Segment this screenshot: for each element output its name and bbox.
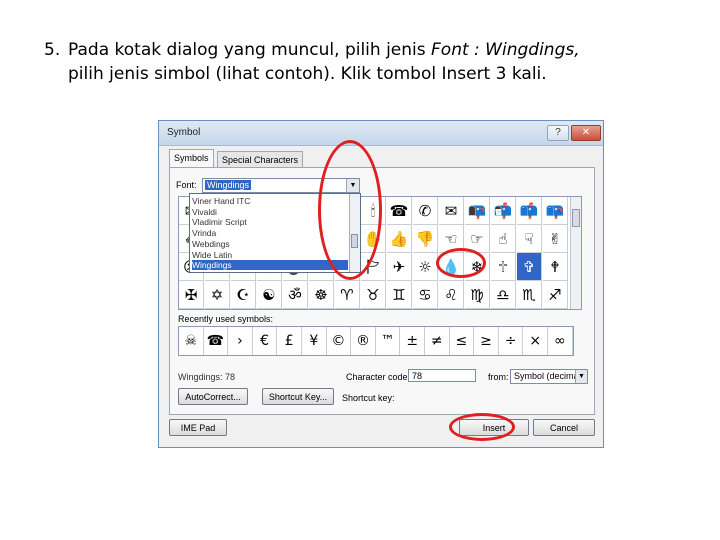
recent-symbol-cell[interactable]: × (523, 327, 548, 355)
dialog-titlebar[interactable]: Symbol ? ✕ (159, 121, 603, 146)
character-code-input[interactable]: 78 (408, 369, 476, 382)
recent-symbol-cell[interactable]: ≤ (450, 327, 475, 355)
symbol-cell[interactable]: ☼ (413, 253, 438, 281)
font-label: Font: (176, 180, 197, 190)
symbol-cell[interactable]: 🕈 (543, 253, 568, 281)
recent-symbol-cell[interactable]: £ (277, 327, 302, 355)
symbol-cell[interactable]: ॐ (283, 281, 308, 309)
symbol-cell[interactable]: ✡ (205, 281, 230, 309)
symbol-cell[interactable]: ☎ (387, 197, 412, 225)
cancel-button[interactable]: Cancel (533, 419, 595, 436)
instruction-font-emphasis: Font : Wingdings, (431, 40, 580, 60)
shortcut-key-label: Shortcut key: (342, 393, 395, 403)
symbol-cell[interactable]: 📭 (465, 197, 490, 225)
symbol-cell[interactable]: 🕆 (491, 253, 516, 281)
recent-symbol-cell[interactable]: ± (400, 327, 425, 355)
symbol-cell[interactable]: ♏ (517, 281, 542, 309)
recent-symbol-cell[interactable]: ÷ (499, 327, 524, 355)
insert-highlight-ellipse (449, 413, 515, 441)
symbol-cell[interactable]: ✉ (439, 197, 464, 225)
symbol-cell[interactable]: ♎ (491, 281, 516, 309)
symbol-cell[interactable]: ☝ (491, 225, 516, 253)
symbol-cell[interactable]: ♈ (335, 281, 360, 309)
symbol-cell[interactable]: ✞ (517, 253, 542, 281)
symbol-cell[interactable]: ☪ (231, 281, 256, 309)
symbol-dialog: Symbol ? ✕ Symbols Special Characters Fo… (158, 120, 604, 448)
symbol-name-label: Wingdings: 78 (178, 372, 236, 382)
autocorrect-button[interactable]: AutoCorrect... (178, 388, 248, 405)
grid-scroll-thumb[interactable] (572, 209, 580, 227)
symbol-cell[interactable]: ♌ (439, 281, 464, 309)
symbol-cell[interactable]: 📪 (543, 197, 568, 225)
symbol-cell[interactable]: ♉ (361, 281, 386, 309)
help-button[interactable]: ? (547, 125, 569, 141)
symbol-cell[interactable]: ♊ (387, 281, 412, 309)
symbol-cell[interactable]: ✈ (387, 253, 412, 281)
recent-symbol-cell[interactable]: ☠ (179, 327, 204, 355)
tab-special-characters[interactable]: Special Characters (217, 151, 304, 168)
symbol-cell[interactable]: ♐ (543, 281, 568, 309)
tab-symbols[interactable]: Symbols (169, 149, 214, 169)
dialog-title: Symbol (167, 127, 201, 138)
symbol-cell[interactable]: ♍ (465, 281, 490, 309)
character-code-label: Character code: (346, 372, 411, 382)
instruction-text: 5. Pada kotak dialog yang muncul, pilih j… (44, 38, 676, 86)
symbol-cell[interactable]: ✆ (413, 197, 438, 225)
grid-scrollbar[interactable] (570, 197, 581, 309)
symbol-cell[interactable]: 👎 (413, 225, 438, 253)
from-select[interactable]: Symbol (decimal) ▼ (510, 369, 588, 384)
symbol-cell[interactable]: ♋ (413, 281, 438, 309)
symbol-cell[interactable]: 👍 (387, 225, 412, 253)
recent-symbol-cell[interactable]: ∞ (548, 327, 573, 355)
recent-symbol-cell[interactable]: ¥ (302, 327, 327, 355)
symbol-cell[interactable]: ✠ (179, 281, 204, 309)
from-select-value: Symbol (decimal) (514, 371, 584, 381)
instruction-line-2: pilih jenis simbol (lihat contoh). Klik … (68, 64, 547, 84)
recent-symbol-cell[interactable]: € (253, 327, 278, 355)
recent-symbol-cell[interactable]: ™ (376, 327, 401, 355)
symbol-highlight-ellipse (436, 248, 486, 278)
from-label: from: (488, 372, 509, 382)
font-list-item[interactable]: Wingdings (192, 260, 348, 271)
instruction-line1-text: Pada kotak dialog yang muncul, pilih jen… (68, 40, 432, 60)
recent-symbol-cell[interactable]: ≥ (474, 327, 499, 355)
symbol-cell[interactable]: ☟ (517, 225, 542, 253)
recent-symbol-cell[interactable]: › (228, 327, 253, 355)
recent-symbol-cell[interactable]: ≠ (425, 327, 450, 355)
recent-symbol-cell[interactable]: © (327, 327, 352, 355)
close-button[interactable]: ✕ (571, 125, 601, 141)
recent-symbol-cell[interactable]: ® (351, 327, 376, 355)
symbol-cell[interactable]: 📬 (491, 197, 516, 225)
step-number: 5. (44, 40, 61, 60)
font-select-value: Wingdings (205, 180, 252, 190)
instruction-line-1: 5. Pada kotak dialog yang muncul, pilih j… (44, 38, 676, 62)
recent-symbols-label: Recently used symbols: (178, 314, 274, 324)
shortcut-key-button[interactable]: Shortcut Key... (262, 388, 334, 405)
recent-symbols: ☠ ☎ › € £ ¥ © ® ™ ± ≠ ≤ ≥ ÷ × ∞ (178, 326, 574, 356)
recent-symbol-cell[interactable]: ☎ (204, 327, 229, 355)
symbol-cell[interactable]: 📫 (517, 197, 542, 225)
chevron-down-icon[interactable]: ▼ (575, 370, 587, 383)
symbol-cell[interactable]: ✌ (543, 225, 568, 253)
symbol-cell[interactable]: ☯ (257, 281, 282, 309)
symbol-cell[interactable]: ☸ (309, 281, 334, 309)
font-highlight-ellipse (318, 140, 382, 280)
ime-pad-button[interactable]: IME Pad (169, 419, 227, 436)
